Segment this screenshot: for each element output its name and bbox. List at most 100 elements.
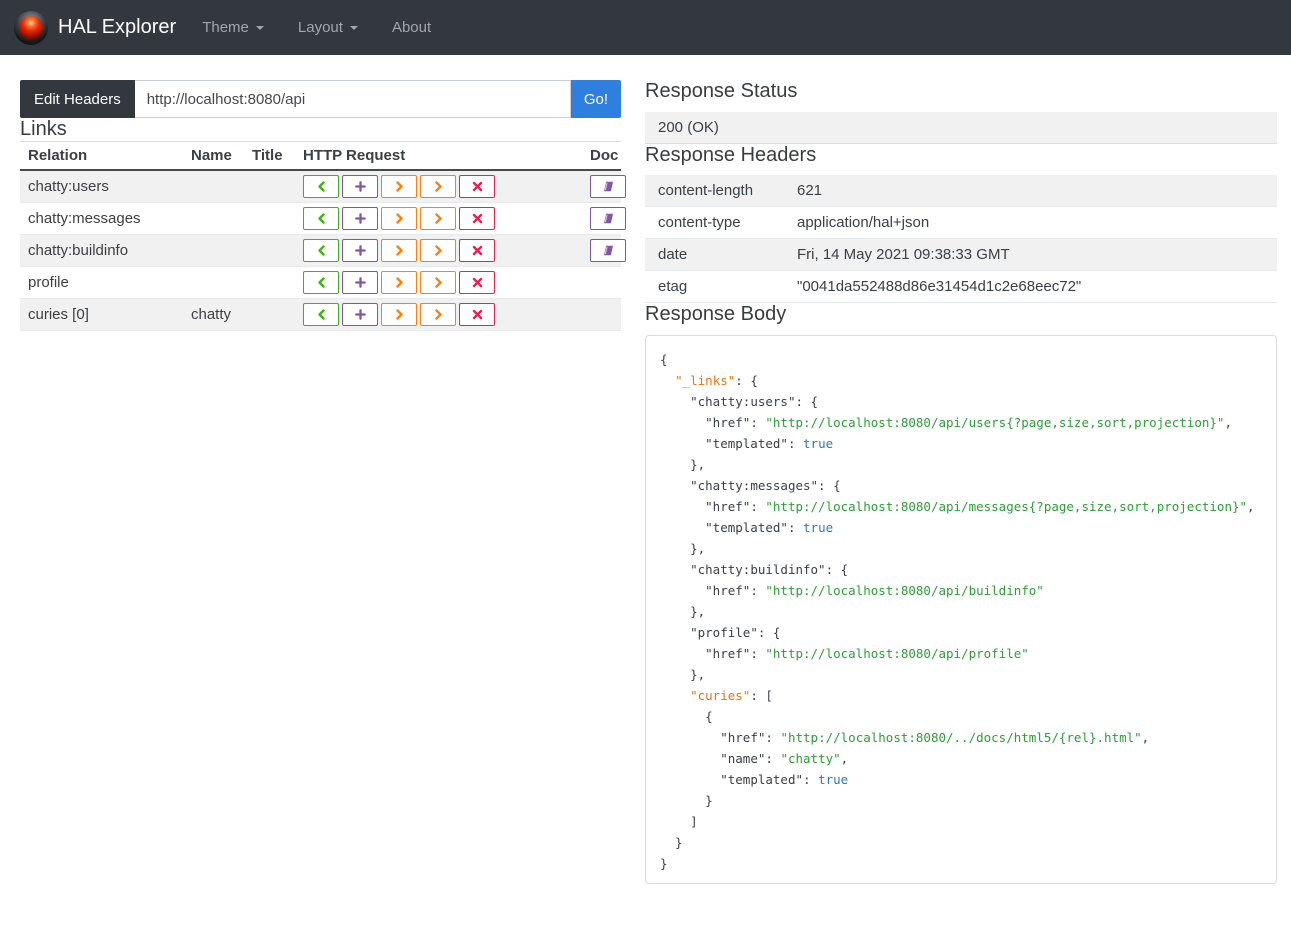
http-patch-button[interactable] bbox=[420, 239, 456, 262]
chevron-left-icon bbox=[317, 213, 325, 224]
http-post-button[interactable] bbox=[342, 303, 378, 326]
relation-cell: profile bbox=[28, 274, 69, 291]
response-body-title: Response Body bbox=[645, 303, 787, 325]
nav-menu: Theme Layout About bbox=[202, 19, 465, 36]
json-line: "templated": true bbox=[705, 520, 834, 535]
http-post-button[interactable] bbox=[342, 207, 378, 230]
http-put-button[interactable] bbox=[381, 239, 417, 262]
chevron-left-icon bbox=[317, 309, 325, 320]
http-put-button[interactable] bbox=[381, 175, 417, 198]
doc-button[interactable] bbox=[590, 175, 626, 198]
nav-item-about[interactable]: About bbox=[392, 19, 431, 36]
title-cell bbox=[244, 299, 295, 331]
json-line: "chatty:messages": { bbox=[690, 478, 841, 493]
column-header-http-request: HTTP Request bbox=[295, 141, 582, 171]
edit-headers-button[interactable]: Edit Headers bbox=[20, 80, 135, 118]
column-header-name: Name bbox=[183, 141, 244, 171]
column-header-relation: Relation bbox=[20, 141, 183, 171]
chevron-right-icon bbox=[395, 277, 403, 288]
json-line: { bbox=[660, 352, 668, 367]
json-line: "profile": { bbox=[690, 625, 781, 640]
table-row: profile bbox=[20, 267, 621, 299]
brand-link[interactable]: HAL Explorer bbox=[14, 10, 176, 45]
http-delete-button[interactable] bbox=[459, 239, 495, 262]
json-line: "templated": true bbox=[720, 772, 849, 787]
http-patch-button[interactable] bbox=[420, 303, 456, 326]
http-patch-button[interactable] bbox=[420, 175, 456, 198]
doc-cell bbox=[582, 299, 621, 331]
json-line: }, bbox=[660, 667, 706, 682]
json-line: { bbox=[660, 709, 713, 724]
http-request-cell bbox=[295, 235, 582, 267]
response-header-row: etag "0041da552488d86e31454d1c2e68eec72" bbox=[645, 271, 1277, 303]
response-header-row: content-type application/hal+json bbox=[645, 207, 1277, 239]
response-panel: Response Status 200 (OK) Response Header… bbox=[645, 80, 1277, 884]
chevron-right-icon bbox=[434, 245, 442, 256]
plus-icon bbox=[354, 309, 366, 320]
http-delete-button[interactable] bbox=[459, 303, 495, 326]
response-headers-table: content-length 621 content-type application… bbox=[645, 175, 1277, 303]
chevron-right-icon bbox=[434, 213, 442, 224]
name-cell: chatty bbox=[191, 306, 232, 323]
chevron-left-icon bbox=[317, 181, 325, 192]
header-value: 621 bbox=[797, 182, 823, 199]
x-icon bbox=[472, 309, 482, 320]
x-icon bbox=[472, 181, 482, 192]
response-header-row: content-length 621 bbox=[645, 175, 1277, 207]
go-button[interactable]: Go! bbox=[570, 80, 621, 118]
chevron-right-icon bbox=[395, 213, 403, 224]
http-request-cell bbox=[295, 267, 582, 299]
plus-icon bbox=[354, 245, 366, 256]
relation-cell: chatty:users bbox=[28, 178, 109, 195]
book-icon bbox=[604, 181, 613, 192]
name-cell bbox=[183, 235, 244, 267]
http-put-button[interactable] bbox=[381, 207, 417, 230]
nav-item-layout[interactable]: Layout bbox=[298, 19, 358, 36]
http-put-button[interactable] bbox=[381, 271, 417, 294]
table-row: chatty:messages bbox=[20, 203, 626, 235]
http-get-button[interactable] bbox=[303, 271, 339, 294]
title-cell bbox=[244, 267, 295, 299]
column-header-title: Title bbox=[244, 141, 295, 171]
links-table: Relation Name Title HTTP Request Doc cha… bbox=[20, 141, 626, 331]
http-patch-button[interactable] bbox=[420, 207, 456, 230]
doc-cell bbox=[582, 170, 626, 203]
http-get-button[interactable] bbox=[303, 303, 339, 326]
url-input[interactable] bbox=[134, 80, 571, 118]
http-post-button[interactable] bbox=[342, 271, 378, 294]
http-put-button[interactable] bbox=[381, 303, 417, 326]
json-line: "name": "chatty", bbox=[720, 751, 849, 766]
plus-icon bbox=[354, 277, 366, 288]
http-post-button[interactable] bbox=[342, 175, 378, 198]
http-get-button[interactable] bbox=[303, 175, 339, 198]
chevron-right-icon bbox=[434, 309, 442, 320]
http-delete-button[interactable] bbox=[459, 207, 495, 230]
json-line: }, bbox=[660, 457, 706, 472]
response-body-json: { "_links": { "chatty:users": { "href": … bbox=[645, 335, 1277, 884]
column-header-doc: Doc bbox=[582, 141, 621, 171]
doc-button[interactable] bbox=[590, 239, 626, 262]
http-patch-button[interactable] bbox=[420, 271, 456, 294]
response-header-row: date Fri, 14 May 2021 09:38:33 GMT bbox=[645, 239, 1277, 271]
links-section-title: Links bbox=[20, 118, 67, 140]
http-delete-button[interactable] bbox=[459, 175, 495, 198]
http-get-button[interactable] bbox=[303, 239, 339, 262]
plus-icon bbox=[354, 213, 366, 224]
http-request-cell bbox=[295, 203, 582, 235]
json-line: } bbox=[660, 835, 683, 850]
http-delete-button[interactable] bbox=[459, 271, 495, 294]
json-line: } bbox=[660, 856, 668, 871]
http-get-button[interactable] bbox=[303, 207, 339, 230]
json-line: "_links": { bbox=[675, 373, 758, 388]
header-name: content-length bbox=[658, 182, 754, 199]
table-row: chatty:buildinfo bbox=[20, 234, 626, 267]
http-post-button[interactable] bbox=[342, 239, 378, 262]
relation-cell: chatty:buildinfo bbox=[28, 242, 129, 259]
book-icon bbox=[604, 245, 613, 256]
json-line: "href": "http://localhost:8080/api/users… bbox=[705, 415, 1232, 430]
json-line: "href": "http://localhost:8080/api/build… bbox=[705, 583, 1044, 598]
links-panel: Edit Headers Go! Links Relation Name Tit… bbox=[20, 80, 626, 331]
name-cell bbox=[183, 267, 244, 299]
nav-item-theme[interactable]: Theme bbox=[202, 19, 264, 36]
doc-button[interactable] bbox=[590, 207, 626, 230]
